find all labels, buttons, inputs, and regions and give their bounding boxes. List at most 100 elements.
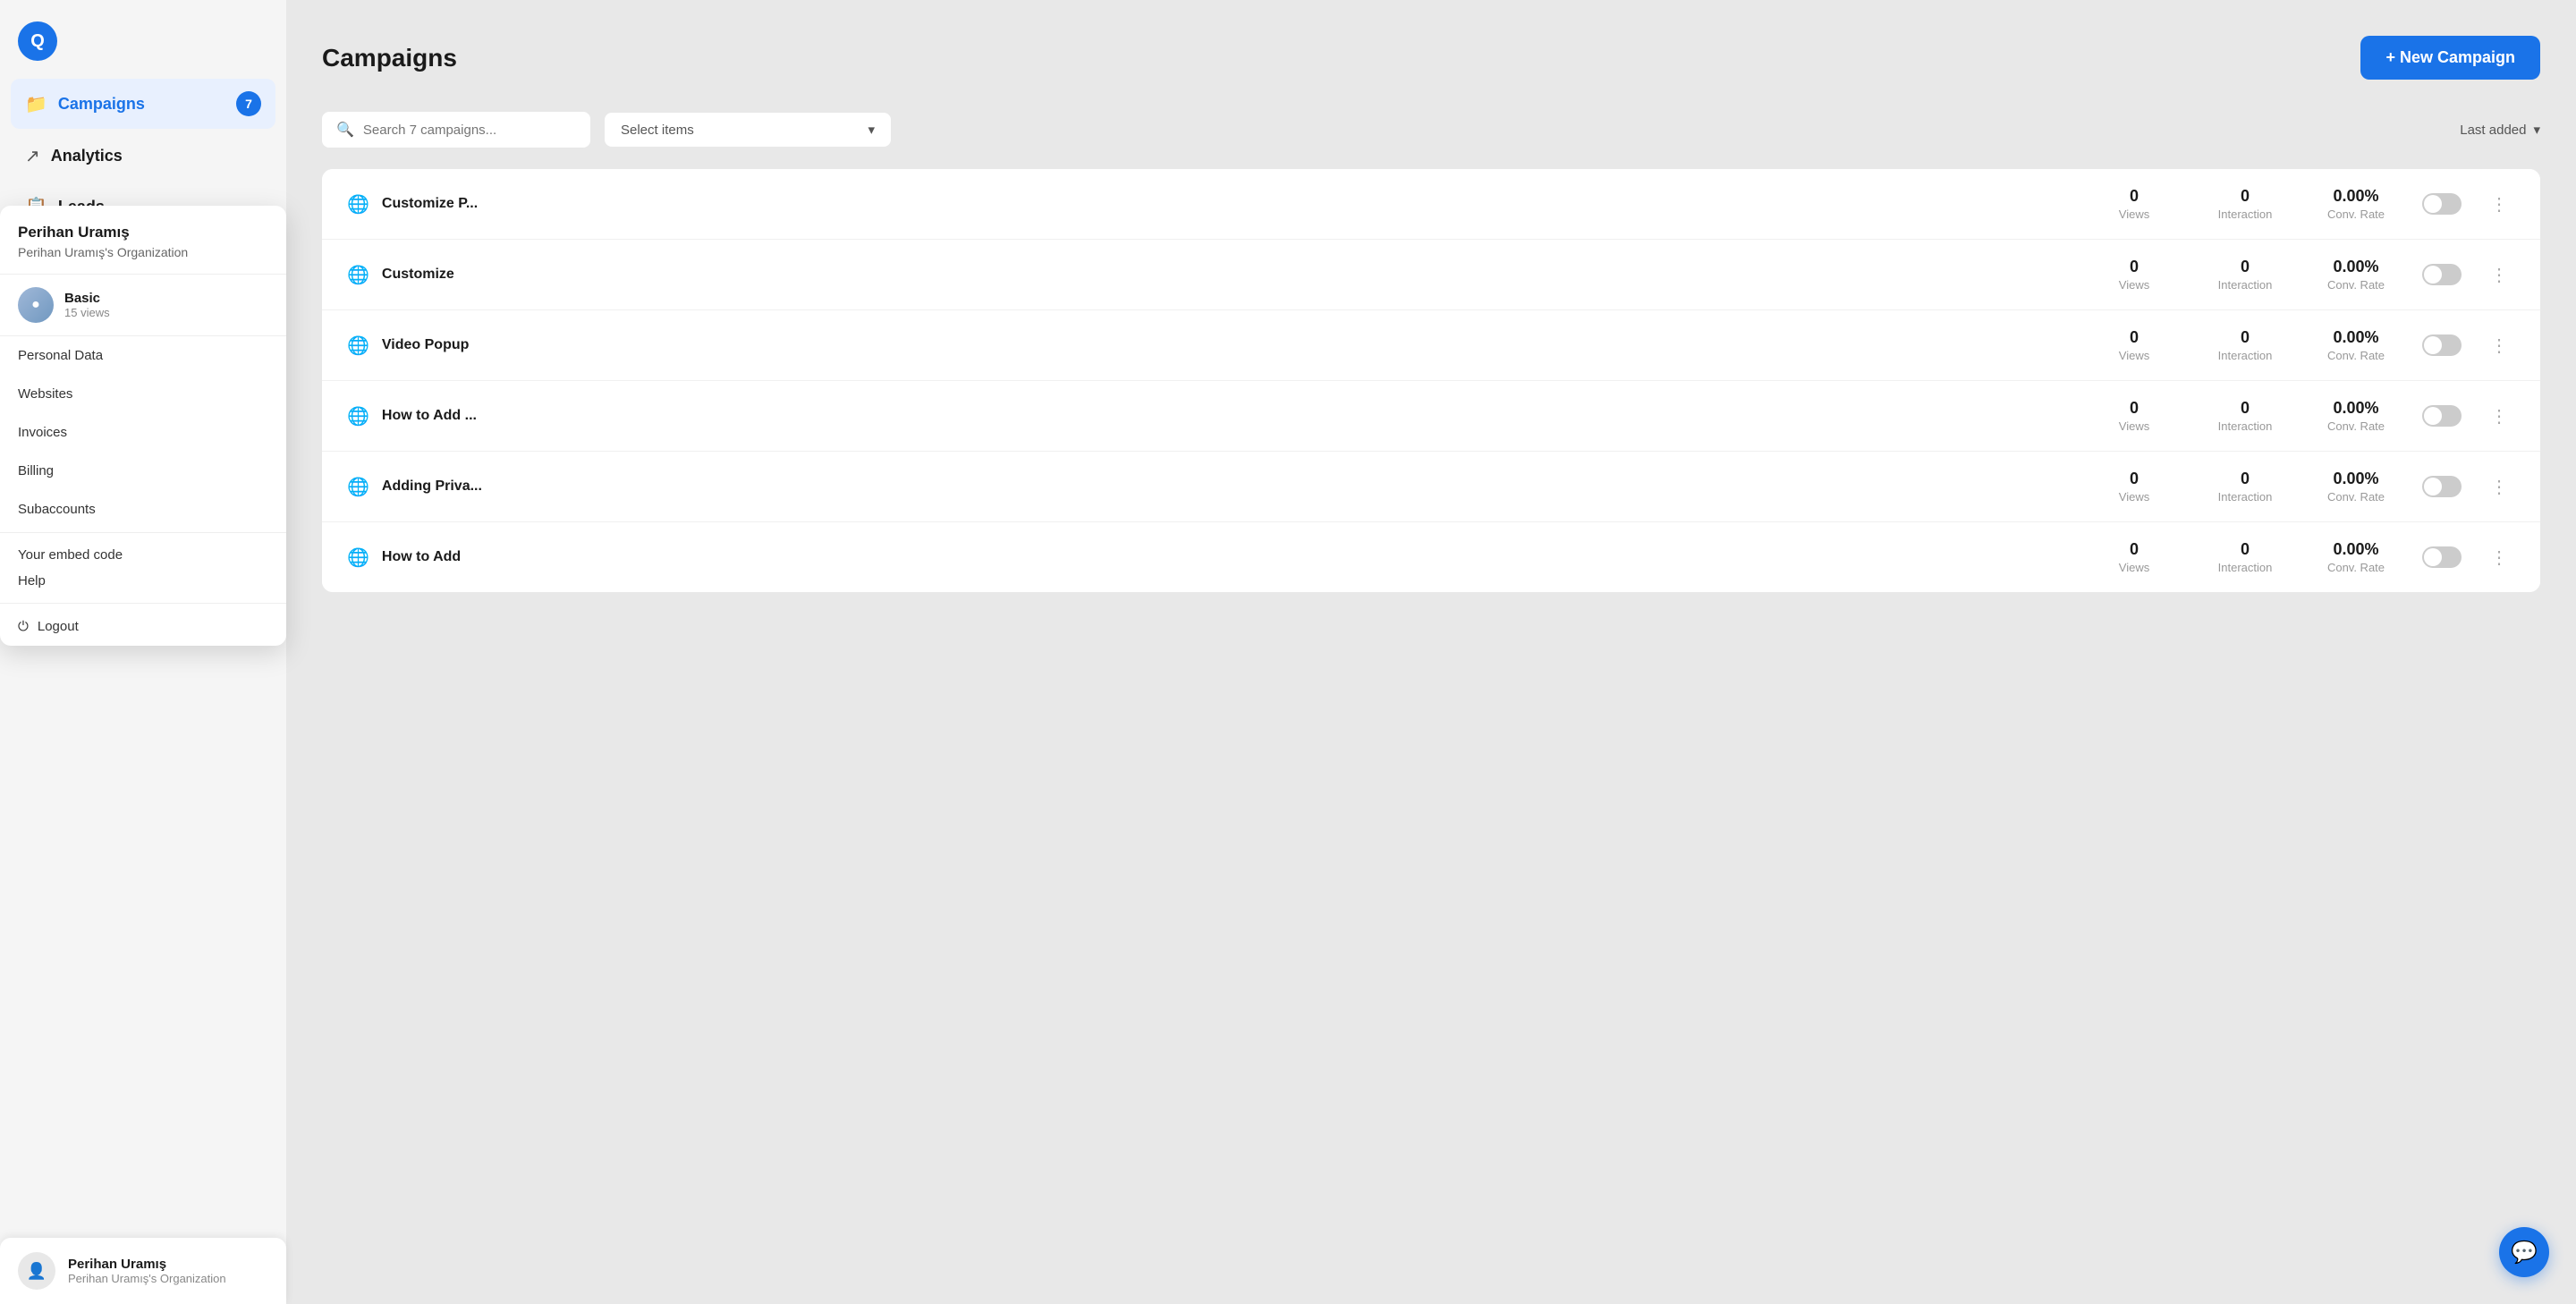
campaign-name: How to Add xyxy=(382,549,461,565)
profile-name: Perihan Uramış xyxy=(18,224,268,241)
sort-dropdown[interactable]: Last added ▾ xyxy=(2460,122,2540,138)
campaign-toggle[interactable] xyxy=(2422,476,2462,497)
select-items-dropdown[interactable]: Select items ▾ xyxy=(605,113,891,147)
views-label: Views xyxy=(2119,207,2149,221)
conv-rate-label: Conv. Rate xyxy=(2327,561,2385,574)
more-menu-button[interactable]: ⋮ xyxy=(2483,472,2515,502)
campaign-name: How to Add ... xyxy=(382,408,477,424)
globe-icon: 🌐 xyxy=(347,476,369,498)
chat-icon: 💬 xyxy=(2511,1240,2538,1266)
logo-letter: Q xyxy=(30,31,45,52)
sidebar-item-campaigns[interactable]: 📁 Campaigns 7 xyxy=(11,79,275,129)
filter-bar: 🔍 Select items ▾ Last added ▾ xyxy=(322,112,2540,148)
analytics-icon: ↗ xyxy=(25,145,40,167)
more-menu-button[interactable]: ⋮ xyxy=(2483,331,2515,360)
interaction-label: Interaction xyxy=(2218,349,2273,362)
search-input[interactable] xyxy=(363,123,576,138)
campaign-toggle[interactable] xyxy=(2422,264,2462,285)
profile-header: Perihan Uramış Perihan Uramış's Organiza… xyxy=(0,206,286,275)
campaigns-badge: 7 xyxy=(236,91,261,116)
sort-chevron-icon: ▾ xyxy=(2533,122,2540,138)
globe-icon: 🌐 xyxy=(347,264,369,286)
conv-rate-col: 0.00% Conv. Rate xyxy=(2311,187,2401,221)
campaign-name-col: 🌐 Adding Priva... xyxy=(347,476,2068,498)
sidebar-item-analytics[interactable]: ↗ Analytics xyxy=(11,132,275,180)
new-campaign-button[interactable]: + New Campaign xyxy=(2360,36,2540,80)
globe-icon: 🌐 xyxy=(347,334,369,357)
views-col: 0 Views xyxy=(2089,328,2179,362)
views-label: Views xyxy=(2119,419,2149,433)
profile-org: Perihan Uramış's Organization xyxy=(18,245,268,259)
campaign-row[interactable]: 🌐 How to Add 0 Views 0 Interaction 0.00%… xyxy=(322,522,2540,592)
bottom-user-bar[interactable]: 👤 Perihan Uramış Perihan Uramış's Organi… xyxy=(0,1238,286,1304)
views-label: Views xyxy=(2119,278,2149,292)
search-box[interactable]: 🔍 xyxy=(322,112,590,148)
menu-item-websites[interactable]: Websites xyxy=(0,375,286,413)
campaign-name: Adding Priva... xyxy=(382,478,482,495)
divider xyxy=(0,532,286,533)
views-value: 0 xyxy=(2130,399,2139,418)
interaction-col: 0 Interaction xyxy=(2200,258,2290,292)
analytics-label: Analytics xyxy=(51,147,123,165)
conv-rate-label: Conv. Rate xyxy=(2327,349,2385,362)
views-value: 0 xyxy=(2130,470,2139,488)
bottom-user-info: Perihan Uramış Perihan Uramış's Organiza… xyxy=(68,1257,226,1285)
interaction-label: Interaction xyxy=(2218,490,2273,504)
profile-plan: ● Basic 15 views xyxy=(0,275,286,336)
chat-button[interactable]: 💬 xyxy=(2499,1227,2549,1277)
views-value: 0 xyxy=(2130,258,2139,276)
conv-rate-col: 0.00% Conv. Rate xyxy=(2311,258,2401,292)
views-label: Views xyxy=(2119,561,2149,574)
divider-2 xyxy=(0,603,286,604)
plan-info: Basic 15 views xyxy=(64,291,110,319)
interaction-value: 0 xyxy=(2241,470,2250,488)
conv-rate-value: 0.00% xyxy=(2333,328,2378,347)
menu-item-personal-data[interactable]: Personal Data xyxy=(0,336,286,375)
campaign-name-col: 🌐 How to Add ... xyxy=(347,405,2068,428)
views-col: 0 Views xyxy=(2089,187,2179,221)
more-menu-button[interactable]: ⋮ xyxy=(2483,260,2515,290)
help-label[interactable]: Help xyxy=(0,566,286,599)
conv-rate-label: Conv. Rate xyxy=(2327,419,2385,433)
campaign-toggle[interactable] xyxy=(2422,405,2462,427)
views-col: 0 Views xyxy=(2089,399,2179,433)
campaign-toggle[interactable] xyxy=(2422,193,2462,215)
campaign-row[interactable]: 🌐 Customize P... 0 Views 0 Interaction 0… xyxy=(322,169,2540,240)
menu-item-subaccounts[interactable]: Subaccounts xyxy=(0,490,286,529)
embed-code-section: Your embed code xyxy=(0,537,286,566)
conv-rate-value: 0.00% xyxy=(2333,187,2378,206)
campaign-toggle[interactable] xyxy=(2422,334,2462,356)
views-col: 0 Views xyxy=(2089,258,2179,292)
select-items-label: Select items xyxy=(621,123,694,138)
plan-avatar: ● xyxy=(18,287,54,323)
campaign-name-col: 🌐 Customize xyxy=(347,264,2068,286)
more-menu-button[interactable]: ⋮ xyxy=(2483,190,2515,219)
more-menu-button[interactable]: ⋮ xyxy=(2483,402,2515,431)
views-col: 0 Views xyxy=(2089,540,2179,574)
embed-code-label[interactable]: Your embed code xyxy=(18,547,268,563)
campaign-row[interactable]: 🌐 Adding Priva... 0 Views 0 Interaction … xyxy=(322,452,2540,522)
views-label: Views xyxy=(2119,349,2149,362)
campaign-name-col: 🌐 Video Popup xyxy=(347,334,2068,357)
campaign-row[interactable]: 🌐 How to Add ... 0 Views 0 Interaction 0… xyxy=(322,381,2540,452)
conv-rate-label: Conv. Rate xyxy=(2327,490,2385,504)
menu-item-invoices[interactable]: Invoices xyxy=(0,413,286,452)
campaign-row[interactable]: 🌐 Customize 0 Views 0 Interaction 0.00% … xyxy=(322,240,2540,310)
conv-rate-col: 0.00% Conv. Rate xyxy=(2311,540,2401,574)
interaction-col: 0 Interaction xyxy=(2200,470,2290,504)
campaign-name: Video Popup xyxy=(382,337,469,353)
views-value: 0 xyxy=(2130,540,2139,559)
campaign-row[interactable]: 🌐 Video Popup 0 Views 0 Interaction 0.00… xyxy=(322,310,2540,381)
main-header: Campaigns + New Campaign xyxy=(322,36,2540,80)
more-menu-button[interactable]: ⋮ xyxy=(2483,543,2515,572)
conv-rate-col: 0.00% Conv. Rate xyxy=(2311,328,2401,362)
views-value: 0 xyxy=(2130,187,2139,206)
views-value: 0 xyxy=(2130,328,2139,347)
globe-icon: 🌐 xyxy=(347,405,369,428)
campaign-toggle[interactable] xyxy=(2422,546,2462,568)
logout-item[interactable]: ⏻ Logout xyxy=(0,607,286,646)
menu-item-billing[interactable]: Billing xyxy=(0,452,286,490)
globe-icon: 🌐 xyxy=(347,193,369,216)
conv-rate-label: Conv. Rate xyxy=(2327,207,2385,221)
interaction-value: 0 xyxy=(2241,328,2250,347)
